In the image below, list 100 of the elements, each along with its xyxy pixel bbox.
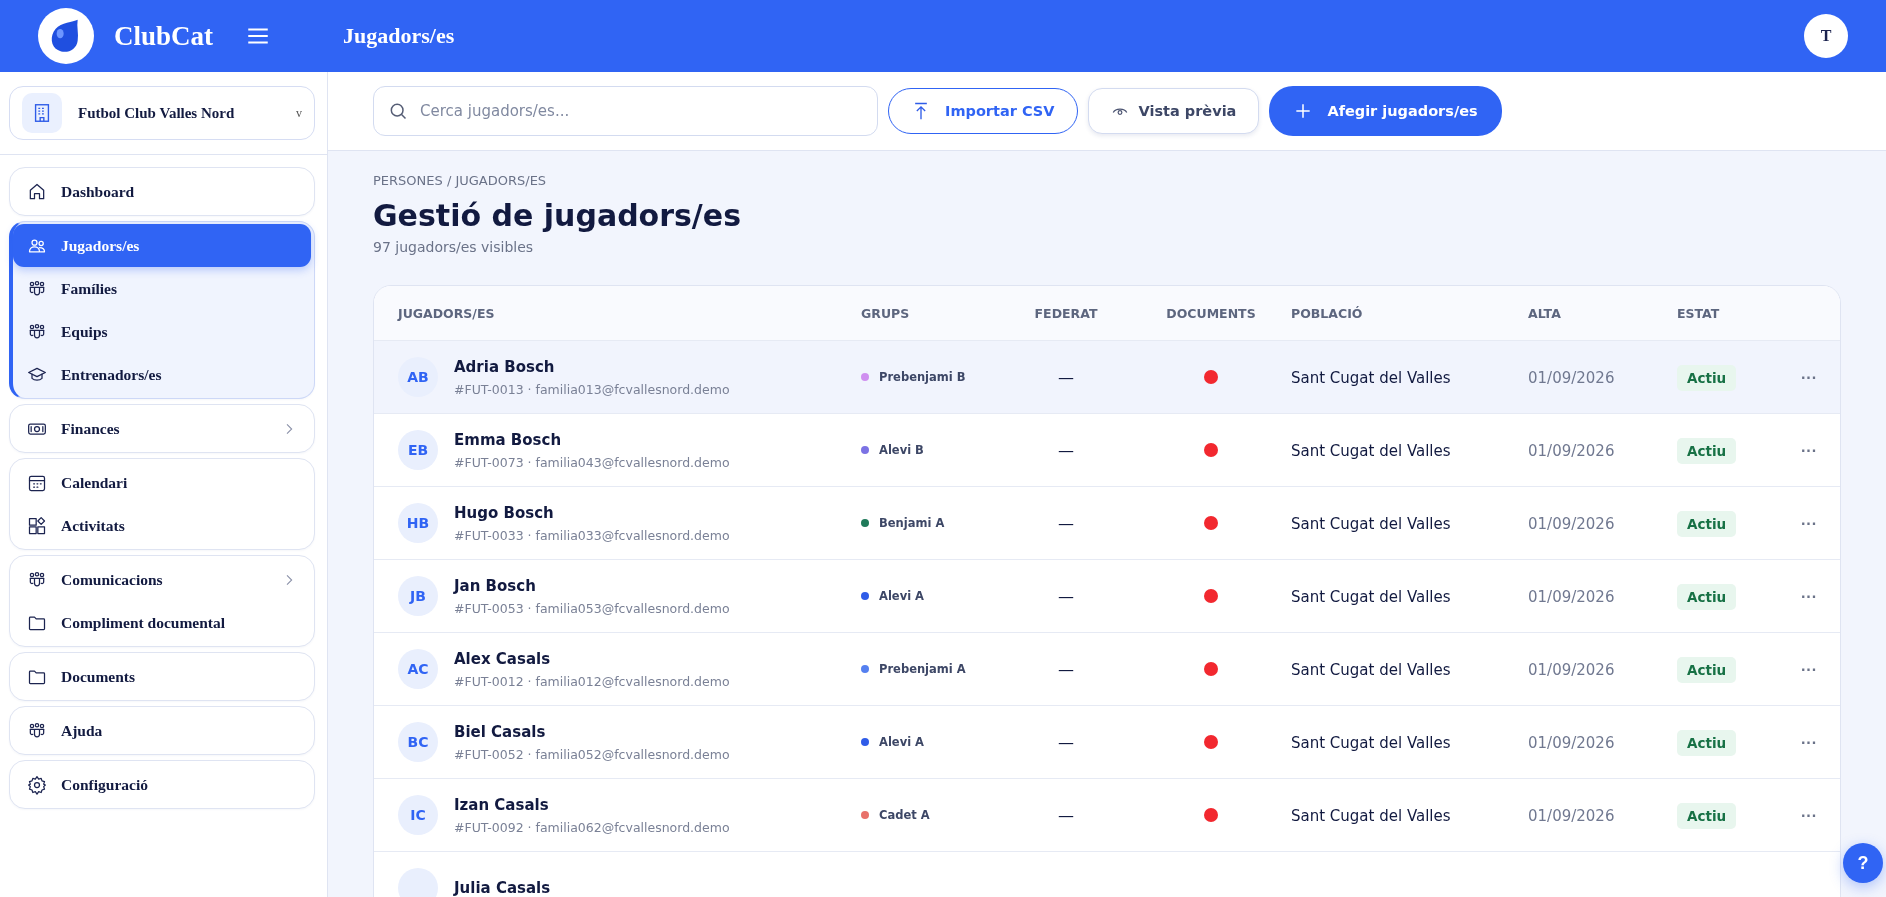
- sidebar-item[interactable]: Finances: [13, 407, 311, 450]
- club-selector[interactable]: Futbol Club Valles Nord v: [9, 86, 315, 140]
- town-cell: Sant Cugat del Valles: [1291, 587, 1451, 606]
- player-name[interactable]: Biel Casals: [454, 722, 730, 741]
- app-name: ClubCat: [114, 20, 214, 52]
- group-name: Alevi B: [879, 443, 924, 457]
- player-name[interactable]: Alex Casals: [454, 649, 730, 668]
- sidebar-item[interactable]: Configuració: [13, 763, 311, 806]
- column-header: JUGADORS/ES: [398, 305, 496, 321]
- more-actions[interactable]: ···: [1801, 587, 1817, 606]
- town-cell: Sant Cugat del Valles: [1291, 660, 1451, 679]
- player-meta: #FUT-0012 · familia012@fcvallesnord.demo: [454, 673, 730, 689]
- add-button[interactable]: Afegir jugadors/es: [1269, 86, 1502, 136]
- column-header: POBLACIÓ: [1291, 305, 1364, 321]
- column-header: FEDERAT: [1033, 305, 1099, 321]
- group-name: Alevi A: [879, 735, 924, 749]
- visible-count: 97 jugadors/es visibles: [373, 239, 535, 255]
- column-header: GRUPS: [861, 305, 911, 321]
- avatar-initials: IC: [398, 795, 438, 835]
- federat-cell: —: [1058, 659, 1074, 679]
- sidebar-item[interactable]: Comunicacions: [13, 558, 311, 601]
- date-cell: 01/09/2026: [1528, 441, 1615, 460]
- avatar-initials: HB: [398, 503, 438, 543]
- federat-cell: —: [1058, 367, 1074, 387]
- player-meta: #FUT-0013 · familia013@fcvallesnord.demo: [454, 381, 730, 397]
- date-cell: 01/09/2026: [1528, 660, 1615, 679]
- column-header: ESTAT: [1677, 305, 1721, 321]
- town-cell: Sant Cugat del Valles: [1291, 514, 1451, 533]
- player-meta: #FUT-0092 · familia062@fcvallesnord.demo: [454, 819, 730, 835]
- sidebar-item[interactable]: Famílies: [13, 267, 311, 310]
- date-cell: 01/09/2026: [1528, 806, 1615, 825]
- status-badge: Actiu: [1677, 802, 1737, 829]
- user-avatar[interactable]: T: [1804, 14, 1848, 58]
- more-actions[interactable]: ···: [1801, 660, 1817, 679]
- federat-cell: —: [1058, 440, 1074, 460]
- avatar-initials: BC: [398, 722, 438, 762]
- group-name: Prebenjami A: [879, 662, 966, 676]
- town-cell: Sant Cugat del Valles: [1291, 806, 1451, 825]
- player-name[interactable]: Emma Bosch: [454, 430, 730, 449]
- sidebar-item[interactable]: Ajuda: [13, 709, 311, 752]
- more-actions[interactable]: ···: [1801, 514, 1817, 533]
- table-row[interactable]: Julia Casals: [374, 851, 1840, 897]
- town-cell: Sant Cugat del Valles: [1291, 441, 1451, 460]
- status-badge: Actiu: [1677, 656, 1737, 683]
- more-actions[interactable]: ···: [1801, 806, 1817, 825]
- status-badge: Actiu: [1677, 583, 1737, 610]
- player-name[interactable]: Julia Casals: [454, 879, 551, 897]
- avatar-initials: AB: [398, 357, 438, 397]
- sidebar-item[interactable]: Calendari: [13, 461, 311, 504]
- column-header: ALTA: [1528, 305, 1562, 321]
- federat-cell: —: [1058, 586, 1074, 606]
- federat-cell: —: [1058, 732, 1074, 752]
- town-cell: Sant Cugat del Valles: [1291, 733, 1451, 752]
- group-name: Alevi A: [879, 589, 924, 603]
- import-button[interactable]: Importar CSV: [888, 88, 1078, 134]
- more-actions[interactable]: ···: [1801, 733, 1817, 752]
- home-icon: [27, 181, 47, 202]
- more-actions[interactable]: ···: [1801, 368, 1817, 387]
- sidebar-item[interactable]: Documents: [13, 655, 311, 698]
- player-name[interactable]: Adria Bosch: [454, 357, 730, 376]
- date-cell: 01/09/2026: [1528, 733, 1615, 752]
- sidebar-item[interactable]: Equips: [13, 310, 311, 353]
- help-floating-button[interactable]: ?: [1843, 843, 1883, 883]
- sidebar-item[interactable]: Activitats: [13, 504, 311, 547]
- avatar-initials: JB: [398, 576, 438, 616]
- water-drop-logo-icon: [38, 8, 94, 64]
- player-meta: #FUT-0052 · familia052@fcvallesnord.demo: [454, 746, 730, 762]
- date-cell: 01/09/2026: [1528, 368, 1615, 387]
- group-name: Cadet A: [879, 808, 930, 822]
- sidebar-item[interactable]: Dashboard: [13, 170, 311, 213]
- player-meta: #FUT-0073 · familia043@fcvallesnord.demo: [454, 454, 730, 470]
- sidebar-item[interactable]: Entrenadors/es: [13, 353, 311, 396]
- preview-button[interactable]: Vista prèvia: [1087, 88, 1260, 134]
- breadcrumb: PERSONES / JUGADORS/ES: [373, 173, 548, 188]
- page-heading: Gestió de jugadors/es: [373, 198, 743, 233]
- page-title: Jugadors/es: [343, 23, 455, 49]
- player-meta: #FUT-0053 · familia053@fcvallesnord.demo: [454, 600, 730, 616]
- sidebar-item[interactable]: Compliment documental: [13, 601, 311, 644]
- group-name: Prebenjami B: [879, 370, 966, 384]
- table-row[interactable]: AB Adria Bosch #FUT-0013 · familia013@fcvallesnord.demo Prebenjami B — Sant Cugat del Valles 01/09/2026 Actiu ···: [374, 340, 1840, 413]
- player-name[interactable]: Hugo Bosch: [454, 503, 730, 522]
- date-cell: 01/09/2026: [1528, 587, 1615, 606]
- status-badge: Actiu: [1677, 437, 1737, 464]
- search-field[interactable]: Cerca jugadors/es...: [373, 86, 878, 136]
- status-badge: Actiu: [1677, 364, 1737, 391]
- blocks-icon: [27, 515, 47, 536]
- status-badge: Actiu: [1677, 510, 1737, 537]
- player-name[interactable]: Izan Casals: [454, 795, 730, 814]
- sidebar-item[interactable]: Jugadors/es: [13, 224, 311, 267]
- federat-cell: —: [1058, 513, 1074, 533]
- group-name: Benjami A: [879, 516, 945, 530]
- avatar-initials: EB: [398, 430, 438, 470]
- status-badge: Actiu: [1677, 729, 1737, 756]
- column-header: DOCUMENTS: [1165, 305, 1257, 321]
- building-icon: [22, 93, 62, 133]
- federat-cell: —: [1058, 805, 1074, 825]
- player-name[interactable]: Jan Bosch: [454, 576, 730, 595]
- player-meta: #FUT-0033 · familia033@fcvallesnord.demo: [454, 527, 730, 543]
- date-cell: 01/09/2026: [1528, 514, 1615, 533]
- more-actions[interactable]: ···: [1801, 441, 1817, 460]
